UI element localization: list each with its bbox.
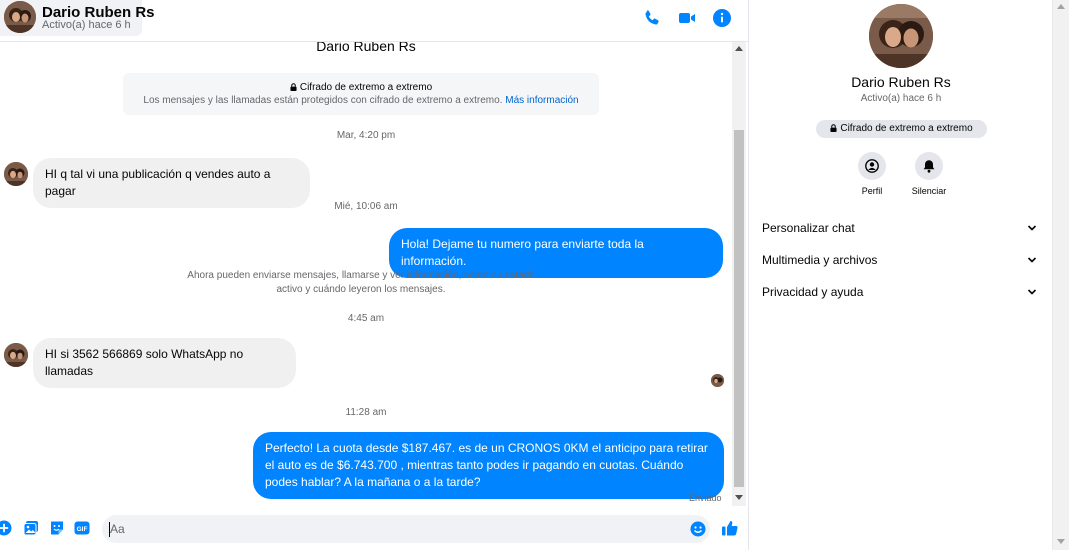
plus-icon[interactable] — [0, 520, 12, 536]
chevron-down-icon — [1027, 223, 1037, 233]
sender-avatar[interactable] — [4, 343, 28, 367]
message-bubble-outgoing[interactable]: Perfecto! La cuota desde $187.467. es de… — [253, 432, 724, 499]
header-contact-status: Activo(a) hace 6 h — [42, 19, 131, 31]
emoji-icon[interactable] — [690, 521, 706, 537]
composer: GIF — [0, 506, 748, 550]
message-input[interactable] — [102, 515, 710, 543]
bell-icon[interactable] — [915, 152, 943, 180]
conversation-top-name: Dario Ruben Rs — [316, 42, 416, 54]
info-icon[interactable] — [712, 8, 732, 28]
profile-button[interactable]: Perfil — [842, 152, 902, 196]
chat-header: Dario Ruben Rs Activo(a) hace 6 h — [0, 0, 748, 42]
scroll-down-arrow-icon[interactable] — [735, 495, 743, 500]
sticker-icon[interactable] — [49, 520, 65, 536]
encryption-notice-description: Los mensajes y las llamadas están proteg… — [123, 95, 599, 106]
image-icon[interactable] — [23, 520, 39, 536]
encryption-description-text: Los mensajes y las llamadas están proteg… — [143, 95, 503, 106]
encryption-notice-title: Cifrado de extremo a extremo — [123, 82, 599, 93]
phone-icon[interactable] — [642, 8, 662, 28]
timestamp: 4:45 am — [347, 313, 385, 324]
sender-avatar[interactable] — [4, 162, 28, 186]
timestamp: Mié, 10:06 am — [334, 201, 398, 212]
section-label: Personalizar chat — [762, 221, 855, 235]
section-customize-chat[interactable]: Personalizar chat — [749, 212, 1053, 244]
lock-icon — [830, 124, 837, 132]
chat-pane: Dario Ruben Rs Activo(a) hace 6 h Dario … — [0, 0, 748, 550]
mute-button[interactable]: Silenciar — [899, 152, 959, 196]
conversation-info-panel: Dario Ruben Rs Activo(a) hace 6 h Cifrad… — [748, 0, 1052, 550]
page-scrollbar[interactable] — [1052, 0, 1069, 550]
scroll-down-arrow-icon[interactable] — [1057, 539, 1065, 544]
encryption-title-text: Cifrado de extremo a extremo — [299, 82, 433, 93]
profile-status: Activo(a) hace 6 h — [860, 93, 942, 104]
more-info-link[interactable]: Más información — [505, 95, 578, 106]
mute-button-label: Silenciar — [911, 186, 947, 196]
sent-status: Enviado — [689, 493, 722, 503]
profile-button-label: Perfil — [861, 186, 883, 196]
message-list[interactable]: Dario Ruben Rs Cifrado de extremo a extr… — [0, 42, 732, 506]
section-privacy-help[interactable]: Privacidad y ayuda — [749, 276, 1053, 308]
profile-name: Dario Ruben Rs — [851, 74, 951, 90]
chevron-down-icon — [1027, 287, 1037, 297]
timestamp: 11:28 am — [345, 407, 387, 418]
section-media-files[interactable]: Multimedia y archivos — [749, 244, 1053, 276]
scroll-up-arrow-icon[interactable] — [735, 46, 743, 51]
gif-label: GIF — [77, 526, 88, 533]
section-label: Multimedia y archivos — [762, 253, 878, 267]
video-camera-icon[interactable] — [677, 8, 697, 28]
system-note: Ahora pueden enviarse mensajes, llamarse… — [187, 270, 535, 295]
like-icon[interactable] — [721, 519, 739, 537]
lock-icon — [290, 83, 297, 91]
encryption-badge-label: Cifrado de extremo a extremo — [840, 123, 973, 134]
message-bubble-incoming[interactable]: HI si 3562 566869 solo WhatsApp no llama… — [33, 338, 296, 388]
section-label: Privacidad y ayuda — [762, 285, 864, 299]
contact-avatar[interactable] — [4, 1, 36, 33]
seen-indicator-avatar — [711, 374, 724, 387]
profile-avatar[interactable] — [869, 4, 933, 68]
profile-icon[interactable] — [858, 152, 886, 180]
timestamp: Mar, 4:20 pm — [336, 130, 396, 141]
text-cursor — [109, 522, 110, 537]
scroll-up-arrow-icon[interactable] — [1057, 4, 1065, 9]
encryption-badge[interactable]: Cifrado de extremo a extremo — [816, 120, 987, 138]
gif-icon[interactable]: GIF — [74, 520, 90, 536]
header-contact[interactable]: Dario Ruben Rs Activo(a) hace 6 h — [0, 0, 155, 36]
scrollbar-thumb[interactable] — [734, 130, 744, 487]
chevron-down-icon — [1027, 255, 1037, 265]
encryption-notice: Cifrado de extremo a extremo Los mensaje… — [123, 73, 599, 115]
message-scrollbar[interactable] — [732, 42, 746, 506]
